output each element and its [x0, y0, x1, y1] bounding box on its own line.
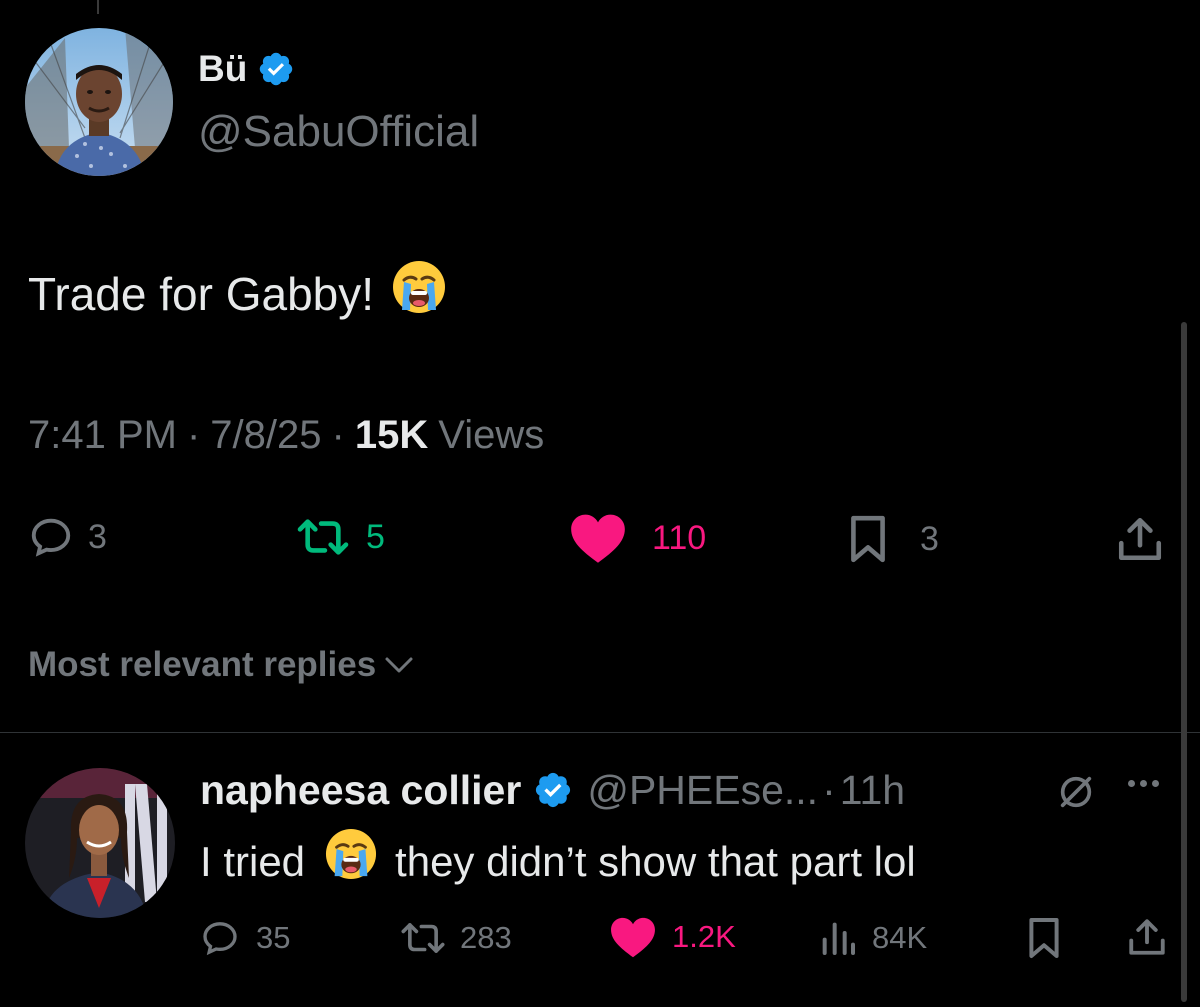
reply-like-count: 1.2K [672, 919, 736, 954]
thread-connector-line [97, 0, 99, 14]
tweet-text: Trade for Gabby! [28, 268, 375, 320]
loudly-crying-face-icon [325, 828, 377, 896]
bookmark-button[interactable]: 3 [846, 514, 939, 564]
scrollbar[interactable] [1181, 322, 1187, 1002]
repost-icon [297, 519, 349, 555]
bookmark-icon [1029, 918, 1059, 958]
bookmark-count: 3 [920, 519, 939, 558]
meta-separator: · [822, 767, 836, 813]
reply-icon [203, 922, 237, 956]
meta-separator: · [331, 413, 345, 457]
reply-share-button[interactable] [1126, 916, 1168, 958]
reply-author-row: napheesa collier @PHEEse... · 11h [200, 762, 905, 818]
bar-chart-icon [822, 922, 855, 955]
heart-icon [611, 917, 655, 958]
reply-handle[interactable]: @PHEEse... [587, 762, 818, 818]
reply-age[interactable]: 11h [840, 762, 905, 818]
replies-sort-label: Most relevant replies [28, 645, 377, 684]
loudly-crying-face-icon [392, 260, 446, 328]
verified-badge-icon [257, 50, 295, 88]
repost-icon [401, 923, 445, 953]
reply-display-name[interactable]: napheesa collier [200, 762, 521, 818]
reply-repost-button[interactable]: 283 [400, 918, 512, 958]
tweet-handle[interactable]: @SabuOfficial [198, 104, 479, 160]
heart-icon [571, 514, 625, 563]
tweet-date[interactable]: 7/8/25 [210, 410, 321, 460]
reply-reply-button[interactable]: 35 [200, 918, 290, 958]
reply-views-button[interactable]: 84K [818, 918, 927, 958]
verified-badge-icon [533, 770, 573, 810]
tweet-display-name[interactable]: Bü [198, 44, 247, 94]
like-count: 110 [652, 518, 707, 557]
tweet-text-row: Trade for Gabby! [28, 260, 446, 328]
tweet-meta: 7:41 PM · 7/8/25 · 15K Views [28, 410, 544, 460]
meta-separator: · [186, 413, 201, 457]
tweet-views-label: Views [438, 413, 545, 457]
share-button[interactable] [1114, 514, 1166, 564]
repost-button[interactable]: 5 [296, 514, 385, 560]
grok-icon[interactable] [1056, 772, 1096, 817]
tweet-time[interactable]: 7:41 PM [28, 410, 177, 460]
share-icon [1129, 919, 1165, 955]
reply-button[interactable]: 3 [28, 514, 107, 560]
reply-bookmark-button[interactable] [1026, 916, 1062, 960]
reply-text-after: they didn’t show that part lol [395, 838, 916, 885]
tweet-views-count: 15K [354, 413, 429, 457]
avatar-sabu[interactable] [25, 28, 173, 176]
avatar-napheesa[interactable] [25, 768, 175, 918]
repost-count: 5 [366, 517, 385, 556]
bookmark-icon [851, 515, 885, 563]
reply-count: 3 [88, 517, 107, 556]
section-divider [0, 732, 1200, 733]
tweet-author-row: Bü [198, 44, 295, 94]
reply-repost-count: 283 [460, 920, 512, 955]
share-icon [1118, 517, 1162, 561]
chevron-down-icon [385, 657, 413, 673]
reply-reply-count: 35 [256, 920, 291, 955]
reply-like-button[interactable]: 1.2K [610, 916, 736, 958]
more-options-icon[interactable] [1128, 780, 1159, 787]
like-button[interactable]: 110 [570, 512, 706, 564]
reply-icon [31, 518, 71, 557]
reply-views-count: 84K [872, 920, 928, 955]
replies-sort-dropdown[interactable]: Most relevant replies [28, 640, 414, 690]
reply-text-before: I tried [200, 838, 306, 885]
reply-text-row: I tried they didn’t show that part lol [200, 828, 916, 896]
